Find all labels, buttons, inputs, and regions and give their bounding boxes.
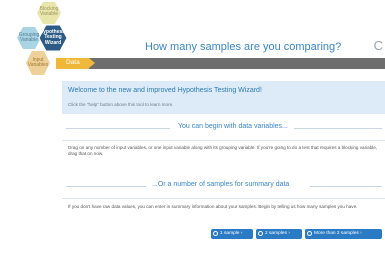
one-sample-label: 1 sample › [220, 231, 243, 236]
more-samples-button[interactable]: More than 2 samples › [305, 229, 382, 239]
blocking-variable-label: Blocking Variable [39, 6, 59, 18]
welcome-subtitle: Click the "help" button above this tool … [68, 102, 174, 107]
circle-icon [213, 231, 218, 236]
hypothesis-wizard-label: Hypothesis Testing Wizard [39, 29, 67, 46]
more-samples-label: More than 2 samples › [314, 231, 362, 236]
variables-section-heading: You can begin with data variables... [62, 123, 385, 133]
page-title: How many samples are you comparing? [145, 41, 342, 53]
welcome-title: Welcome to the new and improved Hypothes… [68, 87, 262, 94]
circle-icon [307, 231, 312, 236]
tab-data-label: Data [66, 59, 80, 66]
input-variables-label: Input Variables [27, 57, 49, 69]
tab-data[interactable]: Data [56, 58, 95, 69]
variables-drop-zone[interactable]: Drag on any number of input variables, o… [62, 140, 385, 171]
summary-section-heading: ...Or a number of samples for summary da… [62, 181, 385, 191]
two-samples-button[interactable]: 2 samples › [256, 229, 302, 239]
variables-heading-text: You can begin with data variables... [178, 123, 288, 130]
one-sample-button[interactable]: 1 sample › [211, 229, 253, 239]
summary-instructions: If you don't have raw data values, you c… [68, 204, 358, 209]
tab-strip: Data [56, 58, 385, 69]
refresh-icon[interactable]: C [374, 38, 383, 53]
summary-heading-text: ...Or a number of samples for summary da… [152, 181, 290, 188]
welcome-panel: Welcome to the new and improved Hypothes… [62, 81, 385, 114]
variables-instructions: Drag on any number of input variables, o… [68, 145, 378, 156]
two-samples-label: 2 samples › [265, 231, 290, 236]
circle-icon [258, 231, 263, 236]
title-bar: How many samples are you comparing? C [92, 32, 385, 58]
